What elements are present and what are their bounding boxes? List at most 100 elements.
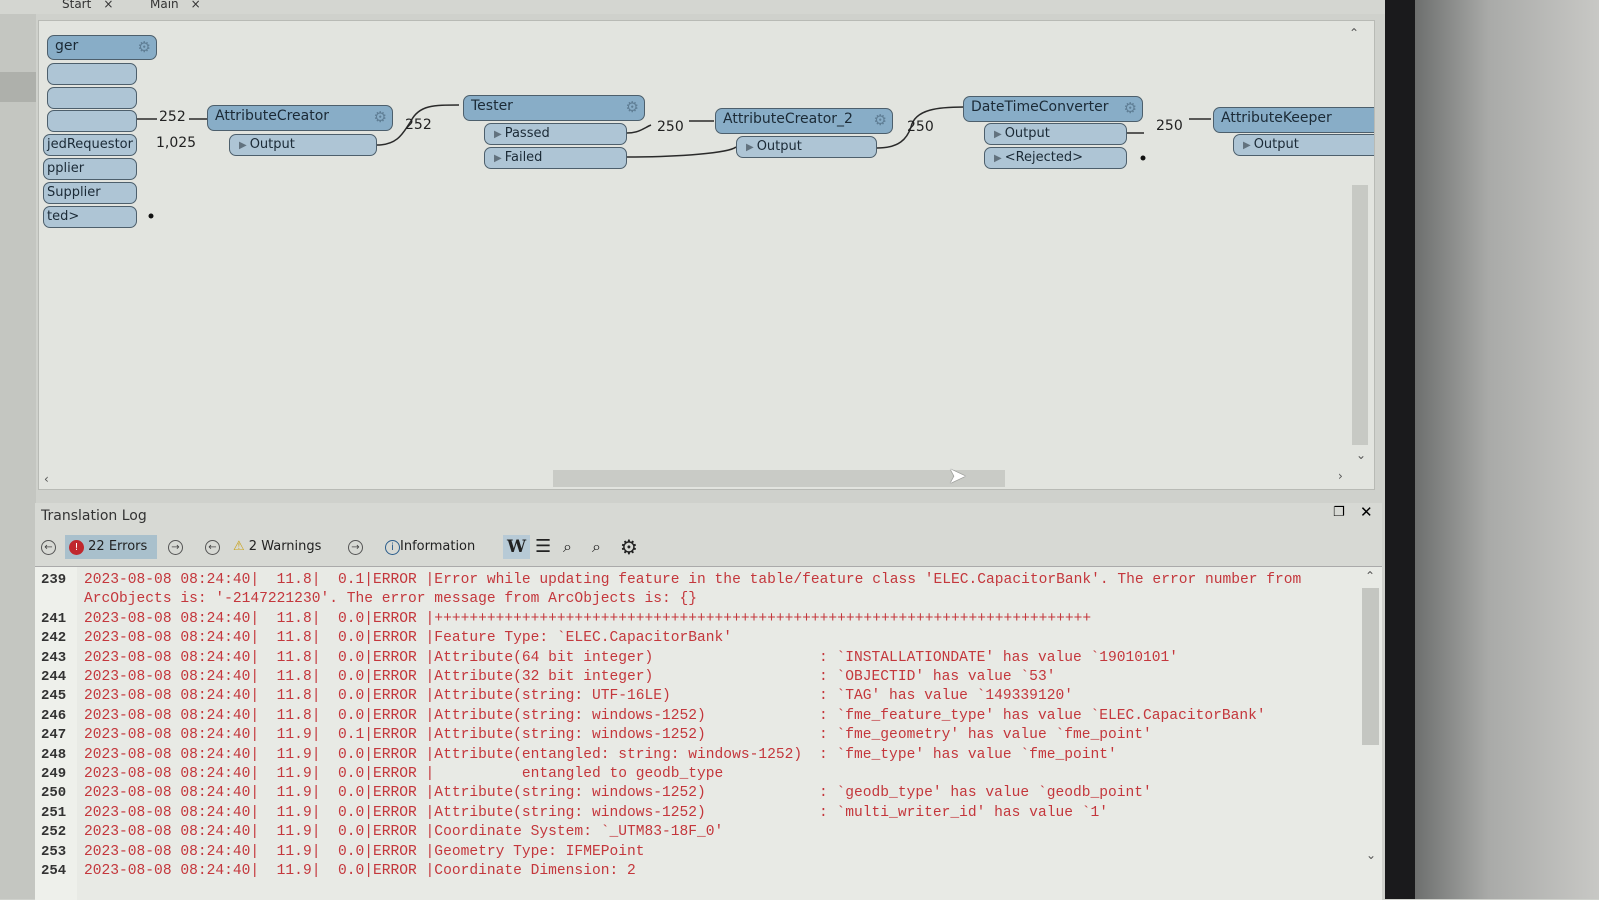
workspace-canvas[interactable]: ger ⚙ jedRequestor pplier Supplier ted> A… [38,20,1375,490]
log-line[interactable]: ArcObjects is: '-2147221230'. The error … [35,590,1365,609]
log-value: : `INSTALLATIONDATE' has value `19010101… [819,649,1179,666]
close-icon[interactable]: × [191,0,201,11]
feature-count[interactable]: 250 [907,119,934,135]
log-line[interactable]: 250 2023-08-08 08:24:40| 11.9| 0.0|ERROR … [35,784,1365,803]
passed-port[interactable]: ▶ Passed [484,123,627,145]
scroll-up-icon[interactable]: ⌃ [1349,26,1359,40]
port-label: Passed [504,126,550,141]
log-line[interactable]: 252 2023-08-08 08:24:40| 11.9| 0.0|ERROR … [35,823,1365,842]
feature-count[interactable]: 252 [159,109,186,125]
node-header[interactable]: DateTimeConverter ⚙ [963,96,1143,122]
log-output[interactable]: 239 2023-08-08 08:24:40| 11.8| 0.1|ERROR … [35,566,1382,900]
info-icon: i [385,540,400,555]
feature-count[interactable]: 1,025 [156,135,196,151]
log-line[interactable]: 247 2023-08-08 08:24:40| 11.9| 0.1|ERROR … [35,726,1365,745]
output-port[interactable]: ▶ Output [229,134,377,156]
word-wrap-icon[interactable]: W [503,535,531,559]
gear-icon[interactable]: ⚙ [374,107,387,127]
log-line[interactable]: 239 2023-08-08 08:24:40| 11.8| 0.1|ERROR … [35,571,1365,590]
feature-count[interactable]: 250 [657,119,684,135]
errors-filter-button[interactable]: ! 22 Errors [65,535,158,559]
tab-start[interactable]: Start × [62,0,113,11]
tab-label: Start [62,0,92,11]
log-line[interactable]: 248 2023-08-08 08:24:40| 11.9| 0.0|ERROR … [35,746,1365,765]
find-icon[interactable]: ⌕ [563,535,572,559]
log-message: 2023-08-08 08:24:40| 11.9| 0.0|ERROR | e… [84,766,724,782]
output-port[interactable]: ted> [43,206,137,228]
line-number: 248 [41,746,67,763]
line-number: 246 [41,707,67,724]
dock-selected-item[interactable] [0,72,36,102]
next-error-button[interactable]: → [168,535,183,559]
warnings-filter-button[interactable]: ⚠ 2 Warnings [233,535,321,559]
error-icon: ! [69,540,84,555]
scroll-down-icon[interactable]: ⌄ [1356,448,1366,462]
failed-port[interactable]: ▶ Failed [484,147,627,169]
connection [626,124,652,134]
output-port[interactable]: ▶ Output [1233,134,1374,156]
gear-icon[interactable]: ⚙ [1124,98,1137,118]
log-line[interactable]: 244 2023-08-08 08:24:40| 11.8| 0.0|ERROR … [35,668,1365,687]
scroll-right-icon[interactable]: › [1338,469,1343,483]
scroll-up-icon[interactable]: ⌃ [1365,569,1375,583]
port-label: Output [1253,137,1299,152]
line-number: 247 [41,727,67,744]
prev-error-button[interactable]: ← [41,535,56,559]
gear-icon[interactable]: ⚙ [138,37,151,57]
log-value: : `geodb_type' has value `geodb_point' [819,785,1152,802]
panel-title: Translation Log [41,508,147,524]
node-header[interactable]: AttributeCreator_2 ⚙ [715,108,893,134]
output-port[interactable]: ▶ Output [736,136,877,158]
information-filter-button[interactable]: i Information [385,535,475,559]
output-port[interactable]: pplier [43,158,137,180]
output-port[interactable]: Supplier [43,182,137,204]
log-line[interactable]: 241 2023-08-08 08:24:40| 11.8| 0.0|ERROR … [35,610,1365,629]
log-line[interactable]: 242 2023-08-08 08:24:40| 11.8| 0.0|ERROR … [35,629,1365,648]
log-line[interactable]: 249 2023-08-08 08:24:40| 11.9| 0.0|ERROR … [35,765,1365,784]
node-header[interactable]: ger ⚙ [47,35,157,60]
canvas-horizontal-scrollbar[interactable] [553,470,1005,487]
log-line[interactable]: 245 2023-08-08 08:24:40| 11.8| 0.0|ERROR … [35,687,1365,706]
output-port[interactable] [47,63,137,85]
close-icon[interactable]: ✕ [1360,503,1373,521]
connection [626,146,737,158]
gear-icon[interactable]: ⚙ [620,535,638,559]
feature-count[interactable]: 252 [405,117,432,133]
gear-icon[interactable]: ⚙ [626,97,639,117]
list-icon[interactable]: ☰ [535,535,551,559]
log-value: : `fme_feature_type' has value `ELEC.Cap… [819,707,1266,724]
log-line[interactable]: 253 2023-08-08 08:24:40| 11.9| 0.0|ERROR … [35,843,1365,862]
log-line[interactable]: 243 2023-08-08 08:24:40| 11.8| 0.0|ERROR … [35,649,1365,668]
output-port[interactable] [47,87,137,109]
log-message: 2023-08-08 08:24:40| 11.9| 0.1|ERROR |At… [84,727,706,744]
log-message: 2023-08-08 08:24:40| 11.8| 0.0|ERROR |At… [84,707,706,724]
output-port[interactable]: jedRequestor [43,134,137,156]
rejected-port[interactable]: ▶ <Rejected> [984,147,1127,169]
output-port[interactable] [47,110,137,132]
node-header[interactable]: Tester ⚙ [463,95,645,121]
log-line[interactable]: 246 2023-08-08 08:24:40| 11.8| 0.0|ERROR … [35,707,1365,726]
next-warning-button[interactable]: → [348,535,363,559]
output-port[interactable]: ▶ Output [984,123,1127,145]
log-vertical-scrollbar[interactable] [1362,588,1379,745]
gear-icon[interactable]: ⚙ [874,110,887,130]
log-message: 2023-08-08 08:24:40| 11.9| 0.0|ERROR |Co… [84,863,636,879]
log-message: 2023-08-08 08:24:40| 11.8| 0.0|ERROR |++… [84,610,1092,627]
feature-count[interactable]: 250 [1156,118,1183,134]
find-next-icon[interactable]: ⌕ [592,535,601,559]
node-header[interactable]: AttributeKeeper [1213,107,1374,133]
node-header[interactable]: AttributeCreator ⚙ [207,105,393,131]
canvas-vertical-scrollbar[interactable] [1352,185,1368,445]
line-number: 252 [41,824,67,841]
log-line[interactable]: 254 2023-08-08 08:24:40| 11.9| 0.0|ERROR … [35,862,1365,881]
close-icon[interactable]: × [103,0,113,11]
line-number: 253 [41,843,67,860]
line-number: 244 [41,669,67,685]
scroll-down-icon[interactable]: ⌄ [1366,848,1376,862]
port-arrow-icon: ▶ [994,153,1002,164]
prev-warning-button[interactable]: ← [205,535,220,559]
scroll-left-icon[interactable]: ‹ [44,472,49,486]
restore-icon[interactable]: ❐ [1333,505,1345,520]
log-line[interactable]: 251 2023-08-08 08:24:40| 11.9| 0.0|ERROR … [35,804,1365,823]
tab-main[interactable]: Main × [150,0,201,11]
